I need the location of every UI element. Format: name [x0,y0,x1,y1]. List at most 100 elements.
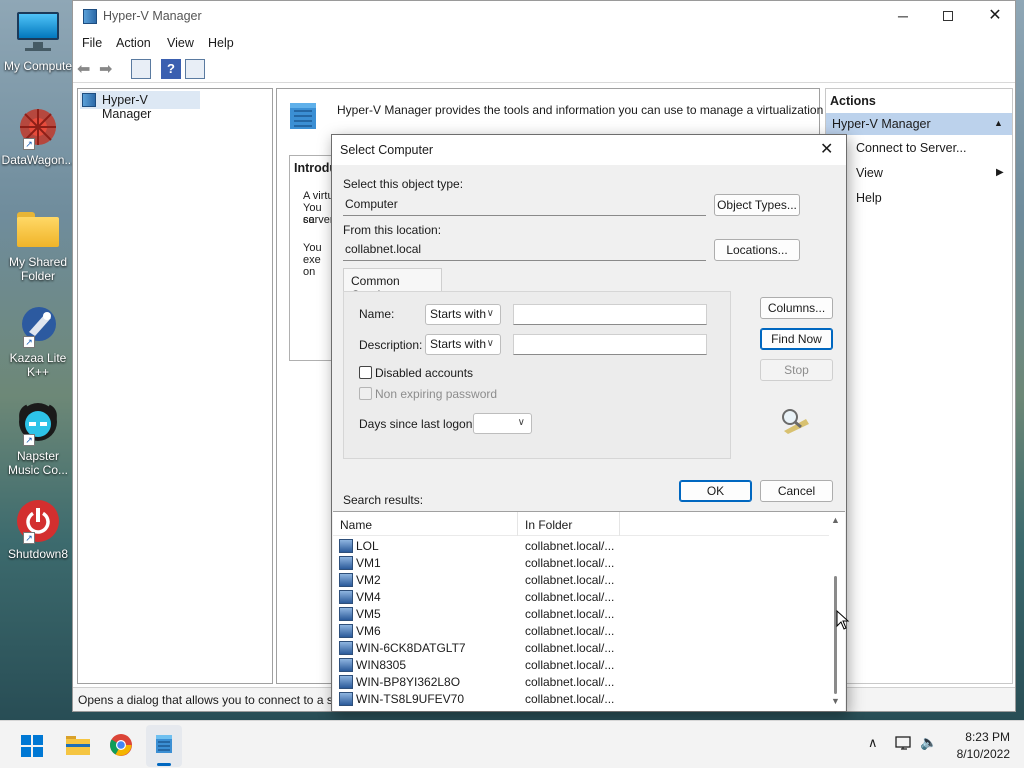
result-folder: collabnet.local/... [525,539,615,553]
name-label: Name: [359,307,395,321]
description-mode-combo[interactable]: Starts with ∨ [425,334,501,355]
result-row[interactable]: LOL collabnet.local/... [339,538,819,555]
chrome-icon[interactable] [109,733,133,757]
menu-file[interactable]: File [82,36,102,50]
name-mode-combo[interactable]: Starts with ∨ [425,304,501,325]
actions-section-hyperv[interactable]: Hyper-V Manager ▲ [826,113,1012,135]
computer-icon [339,556,353,570]
hyperv-icon [82,93,96,107]
maximize-button[interactable] [929,3,969,29]
file-explorer-icon[interactable] [65,734,91,756]
folder-icon [15,206,61,252]
computer-icon [339,624,353,638]
locations-button[interactable]: Locations... [714,239,800,261]
clock-time[interactable]: 8:23 PM [950,730,1010,744]
clock-date[interactable]: 8/10/2022 [944,747,1010,761]
desktop-icon-label: Kazaa Lite K++ [9,351,67,379]
object-types-button[interactable]: Object Types... [714,194,800,216]
result-row[interactable]: WIN-6CK8DATGLT7 collabnet.local/... [339,640,819,657]
chevron-down-icon: ∨ [486,308,494,319]
kazaa-icon: ↗ [15,302,61,348]
napster-icon: ↗ [15,400,61,446]
status-text: Opens a dialog that allows you to connec… [78,693,333,707]
volume-icon[interactable]: 🔈 [920,734,937,751]
action-view[interactable]: View [856,166,883,180]
back-arrow-icon[interactable]: ⬅ [77,59,97,79]
windows-start-icon[interactable] [21,735,43,757]
tab-common-queries[interactable]: Common Queries [343,268,442,302]
search-results-list[interactable]: Name In Folder LOL collabnet.local/... VM1… [333,511,845,711]
desktop-icon-datawagon[interactable]: ↗ DataWagon... [0,104,76,167]
intro-panel: Introdu A virtu You ca server. You exe o… [289,155,337,361]
find-now-button[interactable]: Find Now [760,328,833,350]
close-button[interactable]: ✕ [975,3,1015,29]
show-hide-console-tree-icon[interactable] [131,59,151,79]
hyperv-app-icon [83,9,97,24]
column-divider [619,512,620,536]
result-row[interactable]: WIN-TS8L9UFEV70 collabnet.local/... [339,691,819,708]
hyperv-icon [156,735,172,753]
intro-line: You [303,242,322,254]
show-hide-action-pane-icon[interactable] [185,59,205,79]
menu-help[interactable]: Help [208,36,234,50]
result-row[interactable]: WIN-BP8YI362L8O collabnet.local/... [339,674,819,691]
result-name: VM5 [356,607,381,621]
computer-icon [339,641,353,655]
ok-button[interactable]: OK [679,480,752,502]
result-row[interactable]: VM2 collabnet.local/... [339,572,819,589]
object-type-label: Select this object type: [343,177,464,191]
computer-icon [339,573,353,587]
desktop-icon-shared-folder[interactable]: My Shared Folder [0,206,76,283]
minimize-button[interactable]: ─ [883,3,923,29]
result-folder: collabnet.local/... [525,573,615,587]
result-row[interactable]: VM4 collabnet.local/... [339,589,819,606]
action-connect-to-server[interactable]: Connect to Server... [856,141,966,155]
result-folder: collabnet.local/... [525,624,615,638]
network-icon[interactable] [894,735,914,753]
result-folder: collabnet.local/... [525,641,615,655]
columns-button[interactable]: Columns... [760,297,833,319]
description-input[interactable] [513,334,707,355]
result-row[interactable]: VM1 collabnet.local/... [339,555,819,572]
result-row[interactable]: VM6 collabnet.local/... [339,623,819,640]
scroll-up-arrow-icon[interactable]: ▲ [831,515,840,525]
desktop-icon-my-computer[interactable]: My Compute [0,10,76,73]
result-row[interactable]: VM5 collabnet.local/... [339,606,819,623]
days-since-logon-combo[interactable]: ∨ [473,413,532,434]
column-header-in-folder[interactable]: In Folder [525,518,572,532]
action-help[interactable]: Help [856,191,882,205]
desktop-icon-napster[interactable]: ↗ Napster Music Co... [0,400,76,477]
menu-action[interactable]: Action [116,36,151,50]
desktop-icon-label: My Compute [3,59,73,73]
taskbar-hyperv-button[interactable] [146,725,182,767]
forward-arrow-icon[interactable]: ➡ [99,59,119,79]
name-input[interactable] [513,304,707,325]
menu-view[interactable]: View [167,36,194,50]
window-titlebar[interactable]: Hyper-V Manager ─ ✕ [73,1,1015,33]
toolbar: ⬅ ➡ ? [73,55,1015,83]
tree-item-hyperv-manager[interactable]: Hyper-V Manager [80,91,200,121]
collapse-arrow-icon: ▲ [994,118,1003,128]
intro-line: on [303,266,316,278]
result-name: WIN-TS8L9UFEV70 [356,692,465,706]
result-name: LOL [356,539,379,553]
help-icon[interactable]: ? [161,59,181,79]
stop-button[interactable]: Stop [760,359,833,381]
column-header-name[interactable]: Name [340,518,372,532]
disabled-accounts-checkbox[interactable] [359,366,372,379]
cancel-button[interactable]: Cancel [760,480,833,502]
computer-icon [339,590,353,604]
scrollbar-thumb[interactable] [834,576,837,694]
actions-section-label: Hyper-V Manager [832,117,931,131]
common-queries-panel: Name: Starts with ∨ Description: Starts … [343,291,731,459]
scroll-down-arrow-icon[interactable]: ▼ [831,696,840,706]
result-folder: collabnet.local/... [525,607,615,621]
console-tree: Hyper-V Manager [77,88,273,684]
result-row[interactable]: WIN8305 collabnet.local/... [339,657,819,674]
show-hidden-icons-chevron-icon[interactable]: ∧ [868,735,878,751]
desktop-icon-shutdown[interactable]: ↗ Shutdown8 [0,498,76,561]
dialog-titlebar[interactable]: Select Computer ✕ [332,135,846,165]
desktop-icon-kazaa[interactable]: ↗ Kazaa Lite K++ [0,302,76,379]
non-expiring-password-checkbox[interactable] [359,387,372,400]
dialog-close-icon[interactable]: ✕ [820,139,833,159]
